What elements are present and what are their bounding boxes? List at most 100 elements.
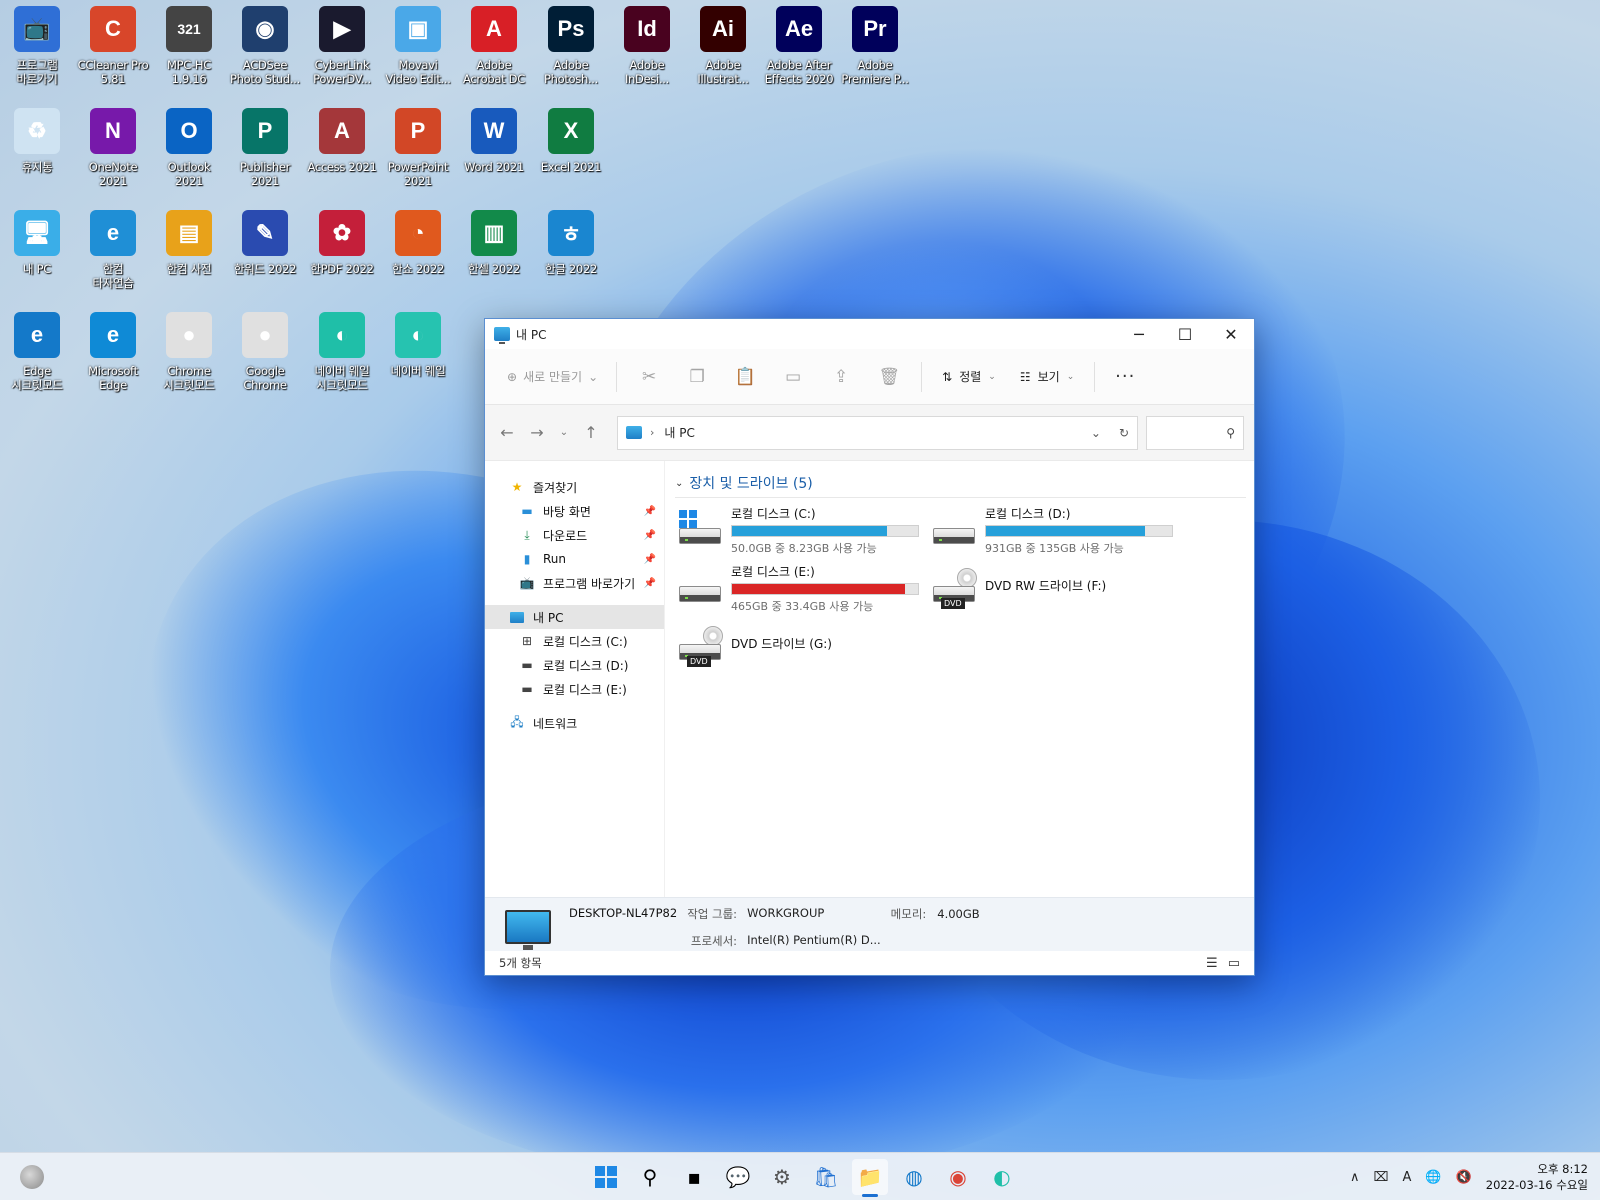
back-button[interactable]: ← <box>495 423 519 442</box>
sidebar-item-drive[interactable]: ⊞ 로컬 디스크 (C:) <box>485 629 664 653</box>
app-icon: ● <box>242 312 288 358</box>
desktop-icon[interactable]: ▣ Movavi Video Edit... <box>381 6 455 86</box>
whale-button[interactable]: ◐ <box>984 1159 1020 1195</box>
desktop-icon[interactable]: 🖥 내 PC <box>0 210 74 276</box>
windows-logo-icon <box>595 1166 617 1188</box>
desktop-icon[interactable]: C CCleaner Pro 5.81 <box>76 6 150 86</box>
up-button[interactable]: ↑ <box>579 423 603 442</box>
desktop-icon[interactable]: ◐ 네이버 웨일 <box>381 312 455 378</box>
address-dropdown-button[interactable]: ⌄ <box>1091 426 1101 440</box>
usb-icon[interactable]: ⌧ <box>1374 1170 1389 1185</box>
desktop-icon[interactable]: ✿ 한PDF 2022 <box>305 210 379 276</box>
desktop-icon[interactable]: ㅎ 한글 2022 <box>534 210 608 276</box>
chat-button[interactable]: 💬 <box>720 1159 756 1195</box>
desktop-icon[interactable]: Ps Adobe Photosh... <box>534 6 608 86</box>
minimize-button[interactable]: ─ <box>1116 319 1162 349</box>
start-button[interactable] <box>588 1159 624 1195</box>
pin-icon[interactable]: 📌 <box>644 530 656 541</box>
title-bar[interactable]: 내 PC ─ ☐ ✕ <box>485 319 1254 349</box>
search-button[interactable]: ⚲ <box>632 1159 668 1195</box>
drive-tile[interactable]: DVD DVD RW 드라이브 (F:) <box>929 564 1183 612</box>
desktop-icon[interactable]: ● Google Chrome <box>228 312 302 392</box>
sidebar-item-drive[interactable]: ▬ 로컬 디스크 (D:) <box>485 653 664 677</box>
rename-button[interactable]: ▭ <box>769 357 817 397</box>
volume-muted-icon[interactable]: 🔇 <box>1456 1170 1472 1185</box>
desktop-icon[interactable]: Id Adobe InDesi... <box>610 6 684 86</box>
desktop-icon[interactable]: ✎ 한워드 2022 <box>228 210 302 276</box>
close-button[interactable]: ✕ <box>1208 319 1254 349</box>
sidebar-item-pinned[interactable]: ▬ 바탕 화면 📌 <box>485 499 664 523</box>
paste-button[interactable]: 📋 <box>721 357 769 397</box>
sort-button[interactable]: ⇅ 정렬 ⌄ <box>930 368 1008 385</box>
desktop-icon[interactable]: ▤ 한컴 사전 <box>152 210 226 276</box>
recent-locations-button[interactable]: ⌄ <box>555 427 573 438</box>
sidebar-item-pinned[interactable]: ⤓ 다운로드 📌 <box>485 523 664 547</box>
settings-button[interactable]: ⚙ <box>764 1159 800 1195</box>
desktop-icon[interactable]: ▶ CyberLink PowerDV... <box>305 6 379 86</box>
sidebar-item-this-pc[interactable]: 내 PC <box>485 605 664 629</box>
desktop-icon[interactable]: ● Chrome 시크릿모드 <box>152 312 226 392</box>
sidebar-item-quick-access[interactable]: ★ 즐겨찾기 <box>485 475 664 499</box>
pin-icon[interactable]: 📌 <box>644 506 656 517</box>
desktop-icon[interactable]: ◔ 한쇼 2022 <box>381 210 455 276</box>
edge-button[interactable]: ◍ <box>896 1159 932 1195</box>
widgets-button[interactable] <box>20 1165 44 1189</box>
app-icon: ♻ <box>14 108 60 154</box>
drive-tile[interactable]: 로컬 디스크 (E:) 465GB 중 33.4GB 사용 가능 <box>675 564 929 613</box>
refresh-button[interactable]: ↻ <box>1119 426 1129 440</box>
pin-icon[interactable]: 📌 <box>644 554 656 565</box>
maximize-button[interactable]: ☐ <box>1162 319 1208 349</box>
sidebar-item-pinned[interactable]: ▮ Run 📌 <box>485 547 664 571</box>
ime-indicator[interactable]: A <box>1402 1170 1411 1185</box>
file-explorer-button[interactable]: 📁 <box>852 1159 888 1197</box>
view-button[interactable]: ☷ 보기 ⌄ <box>1008 368 1086 385</box>
group-header-devices[interactable]: ⌄ 장치 및 드라이브 (5) <box>675 473 1246 498</box>
desktop-icon[interactable]: W Word 2021 <box>457 108 531 174</box>
sidebar-item-pinned[interactable]: 📺 프로그램 바로가기 📌 <box>485 571 664 595</box>
desktop-icon[interactable]: ◉ ACDSee Photo Stud... <box>228 6 302 86</box>
desktop-icon[interactable]: A Adobe Acrobat DC <box>457 6 531 86</box>
desktop-icon[interactable]: O Outlook 2021 <box>152 108 226 188</box>
desktop-icon[interactable]: 📺 프로그램 바로가기 <box>0 6 74 86</box>
clock[interactable]: 오후 8:12 2022-03-16 수요일 <box>1486 1161 1588 1193</box>
address-bar[interactable]: › 내 PC ⌄ ↻ <box>617 415 1138 450</box>
copy-button[interactable]: ❐ <box>673 357 721 397</box>
desktop-icon[interactable]: X Excel 2021 <box>534 108 608 174</box>
desktop-icon[interactable]: Ai Adobe Illustrat... <box>686 6 760 86</box>
sidebar-item-drive[interactable]: ▬ 로컬 디스크 (E:) <box>485 677 664 701</box>
more-options-button[interactable]: ··· <box>1103 366 1147 387</box>
large-icons-view-button[interactable]: ▭ <box>1228 956 1240 971</box>
desktop-icon[interactable]: N OneNote 2021 <box>76 108 150 188</box>
desktop-icon[interactable]: ♻ 휴지통 <box>0 108 74 174</box>
show-hidden-icons-button[interactable]: ∧ <box>1350 1170 1360 1185</box>
chrome-button[interactable]: ◉ <box>940 1159 976 1195</box>
cut-button[interactable]: ✂ <box>625 357 673 397</box>
pin-icon[interactable]: 📌 <box>644 578 656 589</box>
desktop-icon[interactable]: e Edge 시크릿모드 <box>0 312 74 392</box>
share-button[interactable]: ⇪ <box>817 357 865 397</box>
forward-button[interactable]: → <box>525 423 549 442</box>
drive-tile[interactable]: 로컬 디스크 (C:) 50.0GB 중 8.23GB 사용 가능 <box>675 506 929 555</box>
desktop-icon[interactable]: A Access 2021 <box>305 108 379 174</box>
desktop-icon[interactable]: 321 MPC-HC 1.9.16 <box>152 6 226 86</box>
desktop-icon[interactable]: Pr Adobe Premiere P... <box>838 6 912 86</box>
search-box[interactable]: ⚲ <box>1146 415 1244 450</box>
desktop-icon[interactable]: ◐ 네이버 웨일 시크릿모드 <box>305 312 379 392</box>
new-button[interactable]: ⊕ 새로 만들기 ⌄ <box>495 368 608 385</box>
desktop-icon[interactable]: e Microsoft Edge <box>76 312 150 392</box>
sidebar-item-network[interactable]: 🖧 네트워크 <box>485 711 664 735</box>
store-button[interactable]: 🛍 <box>808 1159 844 1195</box>
details-view-button[interactable]: ☰ <box>1206 956 1218 971</box>
desktop-icon[interactable]: Ae Adobe After Effects 2020 <box>762 6 836 86</box>
desktop-icon[interactable]: e 한컴 타자연습 <box>76 210 150 290</box>
drive-tile[interactable]: DVD DVD 드라이브 (G:) <box>675 622 929 670</box>
desktop-icon[interactable]: ▥ 한셀 2022 <box>457 210 531 276</box>
desktop-icon[interactable]: P PowerPoint 2021 <box>381 108 455 188</box>
task-view-button[interactable]: ▪ <box>676 1159 712 1195</box>
edge-icon: ◍ <box>905 1165 923 1189</box>
delete-button[interactable]: 🗑 <box>865 357 913 397</box>
desktop-icon[interactable]: P Publisher 2021 <box>228 108 302 188</box>
desktop-icon-label: Google Chrome <box>243 364 287 392</box>
network-globe-icon[interactable]: 🌐 <box>1425 1170 1441 1185</box>
drive-tile[interactable]: 로컬 디스크 (D:) 931GB 중 135GB 사용 가능 <box>929 506 1183 555</box>
